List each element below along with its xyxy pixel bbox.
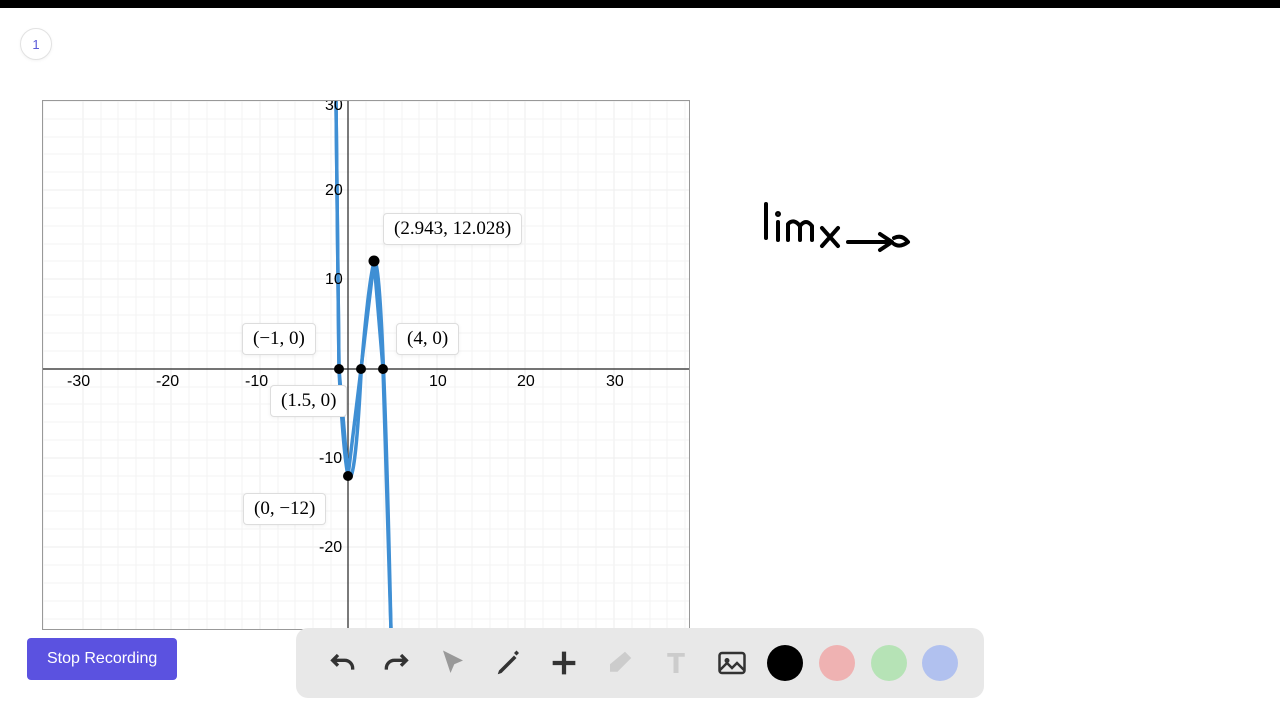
add-button[interactable] [544,643,584,683]
eraser-tool[interactable] [600,643,640,683]
xtick-neg20: -20 [156,373,179,391]
pointer-tool[interactable] [433,643,473,683]
text-tool[interactable] [656,643,696,683]
handwriting-annotation: lim x → [760,200,920,270]
point-1p5-0 [356,364,366,374]
xtick-20: 20 [517,373,535,391]
redo-button[interactable] [377,643,417,683]
image-tool[interactable] [712,643,752,683]
xtick-neg10: -10 [245,373,268,391]
ytick-10: 10 [325,271,343,289]
graph-svg [43,101,690,630]
color-pink[interactable] [819,645,855,681]
xtick-10: 10 [429,373,447,391]
window-top-bar [0,0,1280,8]
label-0-neg12[interactable]: (0, −12) [243,493,326,525]
graph-panel: -30 -20 -10 10 20 30 -20 -10 10 20 30 (2… [42,100,690,630]
point-max [369,256,380,267]
stop-recording-label: Stop Recording [47,650,157,667]
drawing-toolbar [296,628,984,698]
label-neg1-0[interactable]: (−1, 0) [242,323,316,355]
point-0-neg12 [343,471,353,481]
ytick-30: 30 [325,100,343,115]
undo-button[interactable] [322,643,362,683]
stop-recording-button[interactable]: Stop Recording [27,638,177,680]
xtick-neg30: -30 [67,373,90,391]
page-indicator[interactable]: 1 [20,28,52,60]
ytick-20: 20 [325,182,343,200]
point-4-0 [378,364,388,374]
color-black[interactable] [767,645,803,681]
ytick-neg20: -20 [319,539,342,557]
label-max[interactable]: (2.943, 12.028) [383,213,522,245]
ytick-neg10: -10 [319,450,342,468]
pen-tool[interactable] [489,643,529,683]
color-blue[interactable] [922,645,958,681]
color-green[interactable] [871,645,907,681]
page-number: 1 [32,37,39,52]
label-1p5-0[interactable]: (1.5, 0) [270,385,347,417]
xtick-30: 30 [606,373,624,391]
point-neg1-0 [334,364,344,374]
label-4-0[interactable]: (4, 0) [396,323,459,355]
